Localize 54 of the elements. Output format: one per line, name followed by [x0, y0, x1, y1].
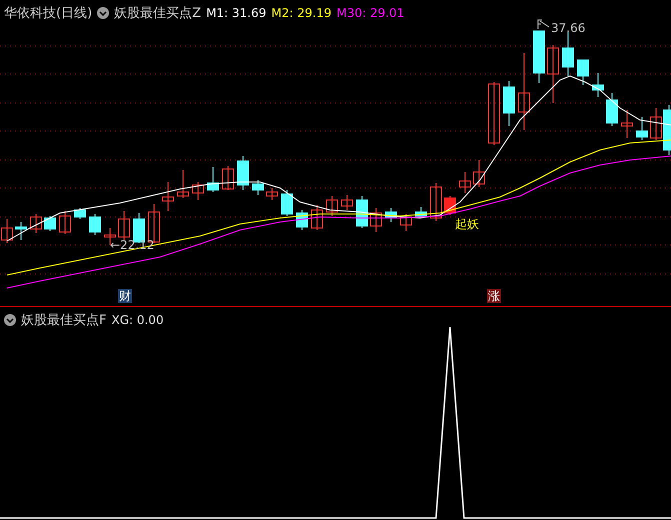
candlestick	[59, 210, 71, 234]
candlestick	[192, 182, 204, 200]
candlestick	[30, 214, 42, 234]
candlestick	[177, 170, 189, 198]
candlestick	[341, 194, 353, 210]
candlestick	[533, 30, 545, 84]
candlestick	[400, 214, 412, 232]
candlestick	[311, 204, 323, 230]
candlestick	[237, 156, 249, 190]
indicator-value: M1: 31.69	[206, 6, 266, 20]
candlestick	[15, 222, 27, 240]
event-marker[interactable]: 财	[118, 289, 132, 303]
candlestick	[252, 180, 264, 196]
signal-label: 起妖	[455, 217, 479, 231]
candlestick	[547, 44, 559, 104]
event-marker[interactable]: 涨	[487, 289, 501, 303]
candlestick	[621, 110, 633, 138]
candlestick	[296, 210, 308, 230]
candlestick	[118, 210, 130, 240]
high-price-label: 37.66	[551, 21, 586, 35]
candlestick	[592, 72, 604, 98]
candlestick	[356, 196, 368, 228]
indicator-name: 妖股最佳买点Z	[114, 5, 202, 22]
indicator-value: M30: 29.01	[336, 6, 404, 20]
candlestick	[207, 166, 219, 192]
candlestick	[488, 82, 500, 146]
candlestick	[503, 80, 515, 126]
dropdown-icon[interactable]	[97, 7, 110, 19]
dropdown-icon[interactable]	[4, 314, 16, 326]
candlestick	[385, 208, 397, 222]
candlestick	[606, 92, 618, 126]
indicator-name: 妖股最佳买点F	[21, 312, 106, 329]
candlestick	[222, 166, 234, 190]
candlestick	[636, 116, 648, 140]
candlestick	[281, 190, 293, 216]
candlestick	[89, 214, 101, 236]
candlestick	[459, 172, 471, 194]
candlestick	[473, 160, 485, 188]
candlestick	[266, 188, 278, 200]
indicator-value: XG: 0.00	[111, 313, 164, 327]
candlestick	[577, 60, 589, 86]
indicator-value: M2: 29.19	[271, 6, 332, 20]
candlestick	[562, 30, 574, 76]
candlestick	[44, 216, 56, 232]
candlestick	[326, 196, 338, 216]
candlestick	[415, 206, 427, 218]
stock-title: 华依科技(日线)	[4, 5, 92, 22]
candlestick	[430, 182, 442, 222]
candlestick	[370, 208, 382, 232]
candlestick	[162, 182, 174, 212]
high-marker-icon	[538, 20, 550, 30]
candlestick	[74, 208, 86, 220]
candlestick	[1, 218, 13, 244]
low-price-label: ←22.12	[110, 238, 154, 252]
